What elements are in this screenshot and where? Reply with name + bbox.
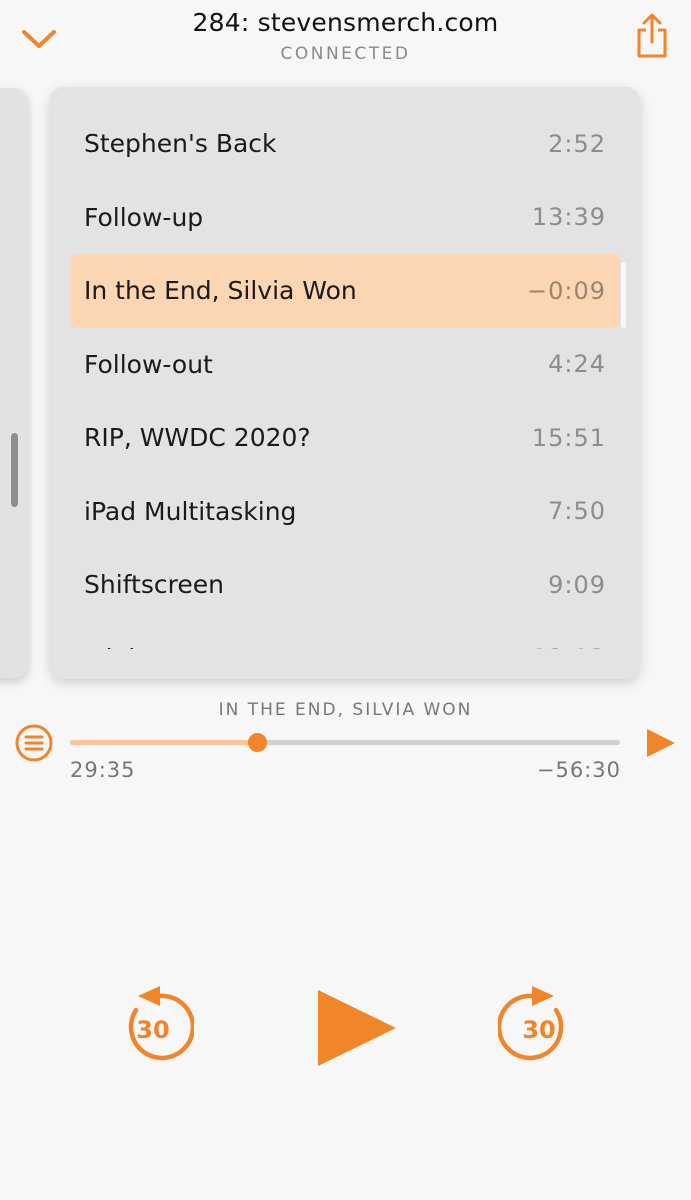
chapter-title: Stephen's Back [84, 129, 277, 159]
remaining-time: −56:30 [536, 758, 621, 782]
skip-forward-30-icon: 30 [496, 986, 564, 1061]
chapter-title: iPad Multitasking [84, 496, 297, 526]
chapter-list[interactable]: Stephen's Back 2:52 Follow-up 13:39 In the E… [50, 107, 640, 679]
chevron-down-icon[interactable] [18, 22, 60, 56]
share-icon[interactable] [635, 12, 669, 60]
chapter-title: RIP, WWDC 2020? [84, 423, 311, 453]
skip-back-30-icon: 30 [128, 986, 196, 1061]
skip-forward-label: 30 [522, 1016, 555, 1044]
current-chapter-label: IN THE END, SILVIA WON [218, 700, 473, 720]
chapter-row[interactable]: Stephen's Back 2:52 [70, 107, 620, 181]
list-fade [50, 649, 640, 679]
next-chapter-icon[interactable] [641, 724, 679, 762]
chapter-row-active[interactable]: In the End, Silvia Won −0:09 [70, 254, 626, 328]
chapter-title: In the End, Silvia Won [84, 276, 357, 306]
scrubber-thumb[interactable] [247, 733, 267, 752]
chapter-row[interactable]: Follow-up 13:39 [70, 181, 620, 255]
play-button[interactable] [312, 986, 402, 1070]
chapter-card: Stephen's Back 2:52 Follow-up 13:39 In the E… [50, 87, 640, 679]
chapter-row[interactable]: RIP, WWDC 2020? 15:51 [70, 401, 620, 475]
skip-back-button[interactable]: 30 [114, 982, 196, 1066]
episode-title: 284: stevensmerch.com [192, 8, 499, 37]
chapter-row[interactable]: Follow-out 4:24 [70, 328, 620, 402]
chapter-progress-fill [70, 740, 257, 745]
chapter-duration: 15:51 [531, 423, 606, 452]
chapter-progress-track[interactable] [70, 740, 620, 745]
chapter-duration: 7:50 [548, 497, 606, 526]
top-bar: 284: stevensmerch.com CONNECTED [0, 0, 691, 80]
connection-status: CONNECTED [280, 44, 411, 64]
chapter-duration: 13:39 [531, 203, 606, 232]
chapter-title: Follow-out [84, 349, 213, 379]
chapter-row[interactable]: Shiftscreen 9:09 [70, 548, 620, 622]
panel-handle[interactable] [11, 433, 18, 507]
chapter-title: Follow-up [84, 202, 204, 232]
active-row-scroll-edge [621, 262, 626, 328]
play-icon [318, 990, 396, 1066]
chapter-row[interactable]: iPad Multitasking 7:50 [70, 475, 620, 549]
chapter-title: Shiftscreen [84, 570, 224, 600]
skip-forward-button[interactable]: 30 [496, 982, 578, 1066]
chapters-list-icon[interactable] [14, 723, 54, 763]
chapter-duration: 9:09 [548, 570, 606, 599]
chapter-duration: 2:52 [548, 129, 606, 158]
chapter-duration: 4:24 [548, 350, 606, 379]
chapter-duration: −0:09 [526, 276, 606, 305]
skip-back-label: 30 [136, 1016, 169, 1044]
previous-panel[interactable] [0, 88, 28, 678]
elapsed-time: 29:35 [70, 758, 136, 782]
